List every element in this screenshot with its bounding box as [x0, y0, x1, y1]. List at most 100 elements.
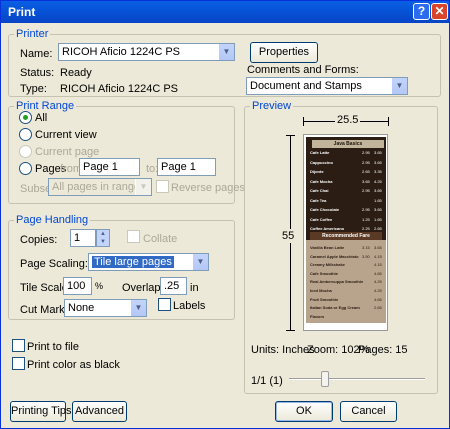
- preview-menu-item-name: Flavors: [310, 313, 325, 319]
- range-current-page-label: Current page: [35, 146, 100, 158]
- preview-menu-item-price-small: 3.15: [362, 245, 370, 250]
- labels-label: Labels: [173, 300, 206, 312]
- page-scaling-label: Page Scaling:: [20, 258, 88, 270]
- preview-pages: Pages: 15: [358, 344, 408, 356]
- title-bar[interactable]: Print ? ✕: [1, 1, 449, 23]
- ok-button[interactable]: OK: [275, 401, 333, 422]
- preview-menu-item-price-large: 3.35: [374, 169, 382, 174]
- close-button[interactable]: ✕: [431, 3, 448, 20]
- overlap-label: Overlap:: [122, 282, 164, 294]
- preview-menu-item-name: Cappuccino: [310, 159, 333, 165]
- preview-menu-item: Cafe Mocha 3.65 4.25: [310, 179, 386, 185]
- overlap-input[interactable]: .25: [160, 277, 187, 295]
- dialog-title: Print: [8, 5, 36, 19]
- preview-width-value: 25.5: [335, 114, 361, 126]
- preview-menu-item-price-small: 3.65: [362, 178, 370, 184]
- height-dimension-tick-top: [286, 135, 295, 136]
- labels-checkbox[interactable]: [158, 298, 171, 311]
- preview-slider-thumb[interactable]: [321, 371, 329, 387]
- chevron-down-icon: ▼: [130, 300, 146, 316]
- preview-menu-item-name: Cafe Smoothie: [310, 270, 339, 276]
- preview-menu-item-price-small: 2.65: [362, 169, 370, 174]
- help-button[interactable]: ?: [413, 3, 430, 20]
- preview-menu-light-panel: Vanilla Bean Latte 3.15 3.65 Caramel Apple …: [306, 240, 386, 323]
- preview-menu-item: Cafe Smoothie 4.65: [310, 271, 386, 277]
- preview-menu-item-price-large: 4.25: [374, 279, 382, 285]
- range-from-input[interactable]: Page 1: [79, 158, 140, 176]
- range-all-label: All: [35, 112, 48, 124]
- preview-menu-item-price-small: 2.95: [362, 207, 370, 212]
- properties-button[interactable]: Properties: [250, 42, 318, 63]
- printing-tips-button[interactable]: Printing Tips: [10, 401, 72, 422]
- preview-menu-item-name: Iced Mocha: [310, 288, 332, 293]
- subset-select[interactable]: All pages in range ▼: [48, 178, 152, 196]
- preview-menu-item-price-small: 2.95: [362, 188, 370, 193]
- preview-menu-item-name: Cafe Mocha: [310, 178, 333, 184]
- preview-menu-item-price-large: 4.15: [374, 253, 382, 259]
- range-current-view-radio[interactable]: [19, 128, 32, 141]
- preview-menu-item: Cafe Tea 1.65: [310, 198, 386, 204]
- preview-menu-item: Cafe Chocolate 2.95 3.65: [310, 207, 386, 213]
- preview-menu-item-name: Fruit Smoothie: [310, 296, 339, 302]
- page-scaling-select[interactable]: Tile large pages ▼: [88, 253, 209, 271]
- preview-menu-item: Real Ambercuppa Smoothie 4.25: [310, 279, 386, 285]
- print-color-black-checkbox[interactable]: [12, 357, 25, 370]
- copies-label: Copies:: [20, 234, 58, 246]
- tile-scale-input[interactable]: 100: [63, 277, 92, 295]
- preview-menu-item-price-large: 4.15: [374, 262, 382, 268]
- collate-checkbox[interactable]: [127, 230, 140, 243]
- comments-forms-value: Document and Stamps: [250, 80, 362, 92]
- range-all-radio[interactable]: [19, 111, 32, 124]
- preview-menu-item: Italian Soda or Egg Cream 2.65: [310, 305, 386, 311]
- preview-menu-item-price-large: 3.65: [374, 159, 382, 165]
- cancel-button[interactable]: Cancel: [340, 401, 397, 422]
- preview-menu-item-name: Cafe Coffee: [310, 216, 333, 222]
- reverse-pages-label: Reverse pages: [171, 182, 245, 194]
- cut-marks-value: None: [68, 302, 95, 314]
- preview-menu-item: Vanilla Bean Latte 3.15 3.65: [310, 245, 386, 251]
- type-label: Type:: [20, 83, 47, 95]
- printer-legend: Printer: [14, 28, 51, 40]
- preview-menu-item: Cafe Coffee 1.25 1.65: [310, 217, 386, 223]
- preview-menu-item-price-large: 3.65: [374, 188, 382, 193]
- print-to-file-checkbox[interactable]: [12, 339, 25, 352]
- subset-value: All pages in range: [52, 181, 141, 193]
- preview-menu-dark-panel: Java Basics Cafe Latte 2.95 3.65 Cappuccino…: [306, 137, 386, 240]
- width-dimension-tick-left: [303, 117, 304, 126]
- preview-menu-item-price-large: 4.25: [374, 288, 382, 293]
- preview-menu-item-price-large: 3.65: [374, 245, 382, 250]
- range-to-input[interactable]: Page 1: [157, 158, 216, 176]
- printer-name-select[interactable]: RICOH Aficio 1224C PS ▼: [58, 43, 235, 61]
- preview-menu-header-1: Java Basics: [312, 140, 384, 148]
- page-handling-legend: Page Handling: [14, 214, 91, 226]
- status-value: Ready: [60, 67, 92, 79]
- preview-menu-item: Cafe Chai 2.95 3.65: [310, 188, 386, 194]
- range-current-page-radio[interactable]: [19, 145, 32, 158]
- comments-forms-select[interactable]: Document and Stamps ▼: [246, 77, 408, 95]
- copies-input[interactable]: 1: [70, 229, 96, 247]
- preview-menu-header-2: Recommended Fare: [310, 232, 382, 240]
- reverse-pages-checkbox[interactable]: [156, 180, 169, 193]
- preview-menu-item-price-small: 3.50: [362, 253, 370, 259]
- status-label: Status:: [20, 67, 55, 79]
- preview-menu-item-name: Cafe Chocolate: [310, 207, 340, 212]
- preview-menu-item: Fruit Smoothie 4.65: [310, 297, 386, 303]
- preview-menu-item-name: Cafe Tea: [310, 197, 327, 203]
- printer-name-value: RICOH Aficio 1224C PS: [62, 46, 180, 58]
- preview-menu-item: Creamy Milkshake 4.15: [310, 262, 386, 268]
- preview-menu-item-price-large: 2.65: [374, 305, 382, 311]
- cut-marks-select[interactable]: None ▼: [64, 299, 147, 317]
- preview-page: Java Basics Cafe Latte 2.95 3.65 Cappuccino…: [303, 134, 388, 331]
- preview-page-slider[interactable]: [289, 378, 425, 380]
- preview-height-value: 55: [282, 229, 295, 243]
- preview-menu-item-name: Cafe Chai: [310, 188, 329, 193]
- preview-menu-item-price-small: 2.95: [362, 150, 370, 155]
- range-pages-radio[interactable]: [19, 162, 32, 175]
- copies-spinner[interactable]: ▲ ▼: [96, 229, 110, 247]
- chevron-down-icon: ▼: [391, 78, 407, 94]
- chevron-down-icon: ▼: [192, 254, 208, 270]
- preview-menu-item: Iced Mocha 4.25: [310, 288, 386, 294]
- preview-menu-item: Cafe Latte 2.95 3.65: [310, 150, 386, 156]
- preview-menu-item-price-large: 3.65: [374, 150, 382, 155]
- advanced-button[interactable]: Advanced: [72, 401, 127, 422]
